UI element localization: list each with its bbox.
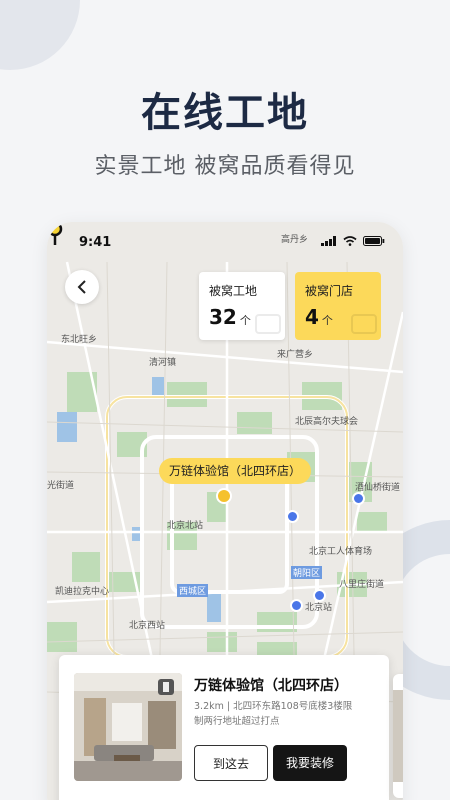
decorative-circle xyxy=(0,0,80,70)
store-count-label: 被窝门店 xyxy=(305,284,354,298)
store-tag[interactable]: 万链体验馆（北四环店） xyxy=(159,458,312,484)
signal-icon xyxy=(321,236,336,246)
battery-icon xyxy=(363,236,385,246)
map-label-chaoyang: 朝阳区 xyxy=(291,566,323,579)
store-info-card[interactable]: 万链体验馆（北四环店） 3.2km | 北四环东路108号底楼3楼限制两行地址超… xyxy=(59,655,389,800)
site-marker[interactable] xyxy=(352,492,365,505)
site-count-unit: 个 xyxy=(239,314,251,327)
map-label-xicheng: 西城区 xyxy=(177,584,209,597)
hero-title: 在线工地 xyxy=(141,90,309,136)
next-store-card-peek[interactable] xyxy=(393,674,403,798)
wifi-icon xyxy=(343,236,357,246)
store-count-card[interactable]: 被窝门店 4个 xyxy=(295,272,381,340)
store-marker[interactable] xyxy=(216,488,232,504)
map-label-dongbeiwang: 东北旺乡 xyxy=(61,335,98,345)
status-time: 9:41 xyxy=(79,235,112,250)
site-count-card[interactable]: 被窝工地 32 个 xyxy=(199,272,285,340)
map-label-qinghe: 清河镇 xyxy=(149,358,177,368)
map-label-beijingxi: 北京西站 xyxy=(129,621,166,631)
interior-photo xyxy=(74,673,182,781)
map-label-golf: 北辰高尔夫球会 xyxy=(295,417,359,427)
navigate-button[interactable]: 到这去 xyxy=(194,745,268,781)
store-description: 3.2km | 北四环东路108号底楼3楼限制两行地址超过打点 xyxy=(194,701,353,727)
site-marker[interactable] xyxy=(313,589,326,602)
status-bar: 9:41 xyxy=(47,222,403,260)
map-label-kaidi: 凯迪拉克中心 xyxy=(55,587,110,597)
promo-page: 在线工地 实景工地 被窝品质看得见 高丹乡 东北旺乡 清河镇 来广营乡 北辰高尔… xyxy=(0,0,450,800)
watermark-icon xyxy=(255,314,281,334)
store-count-value: 4 xyxy=(305,305,319,329)
site-marker[interactable] xyxy=(290,599,303,612)
site-count-label: 被窝工地 xyxy=(209,284,258,298)
site-count-value: 32 xyxy=(209,305,237,329)
store-count-unit: 个 xyxy=(321,314,333,327)
location-pin-icon xyxy=(47,222,63,245)
map-label-jiuxianqiao: 酒仙桥街道 xyxy=(355,483,401,493)
store-name: 万链体验馆（北四环店） xyxy=(194,678,348,694)
watermark-icon xyxy=(351,314,377,334)
map-label-gongti: 北京工人体育场 xyxy=(309,547,373,557)
phone-mockup: 高丹乡 东北旺乡 清河镇 来广营乡 北辰高尔夫球会 酒仙桥街道 光街道 北京北站… xyxy=(47,222,403,800)
map-label-laiguang: 来广营乡 xyxy=(277,350,314,360)
chevron-left-icon xyxy=(77,280,86,294)
back-button[interactable] xyxy=(65,270,99,304)
site-marker[interactable] xyxy=(286,510,299,523)
map-label-guangjiedao: 光街道 xyxy=(47,481,75,491)
renovate-button[interactable]: 我要装修 xyxy=(273,745,347,781)
status-icons xyxy=(321,236,385,246)
map-label-balizhuang: 八里庄街道 xyxy=(339,580,385,590)
store-photo xyxy=(74,673,182,781)
hero-subtitle: 实景工地 被窝品质看得见 xyxy=(94,154,356,179)
map-label-beijingbei: 北京北站 xyxy=(167,521,204,531)
